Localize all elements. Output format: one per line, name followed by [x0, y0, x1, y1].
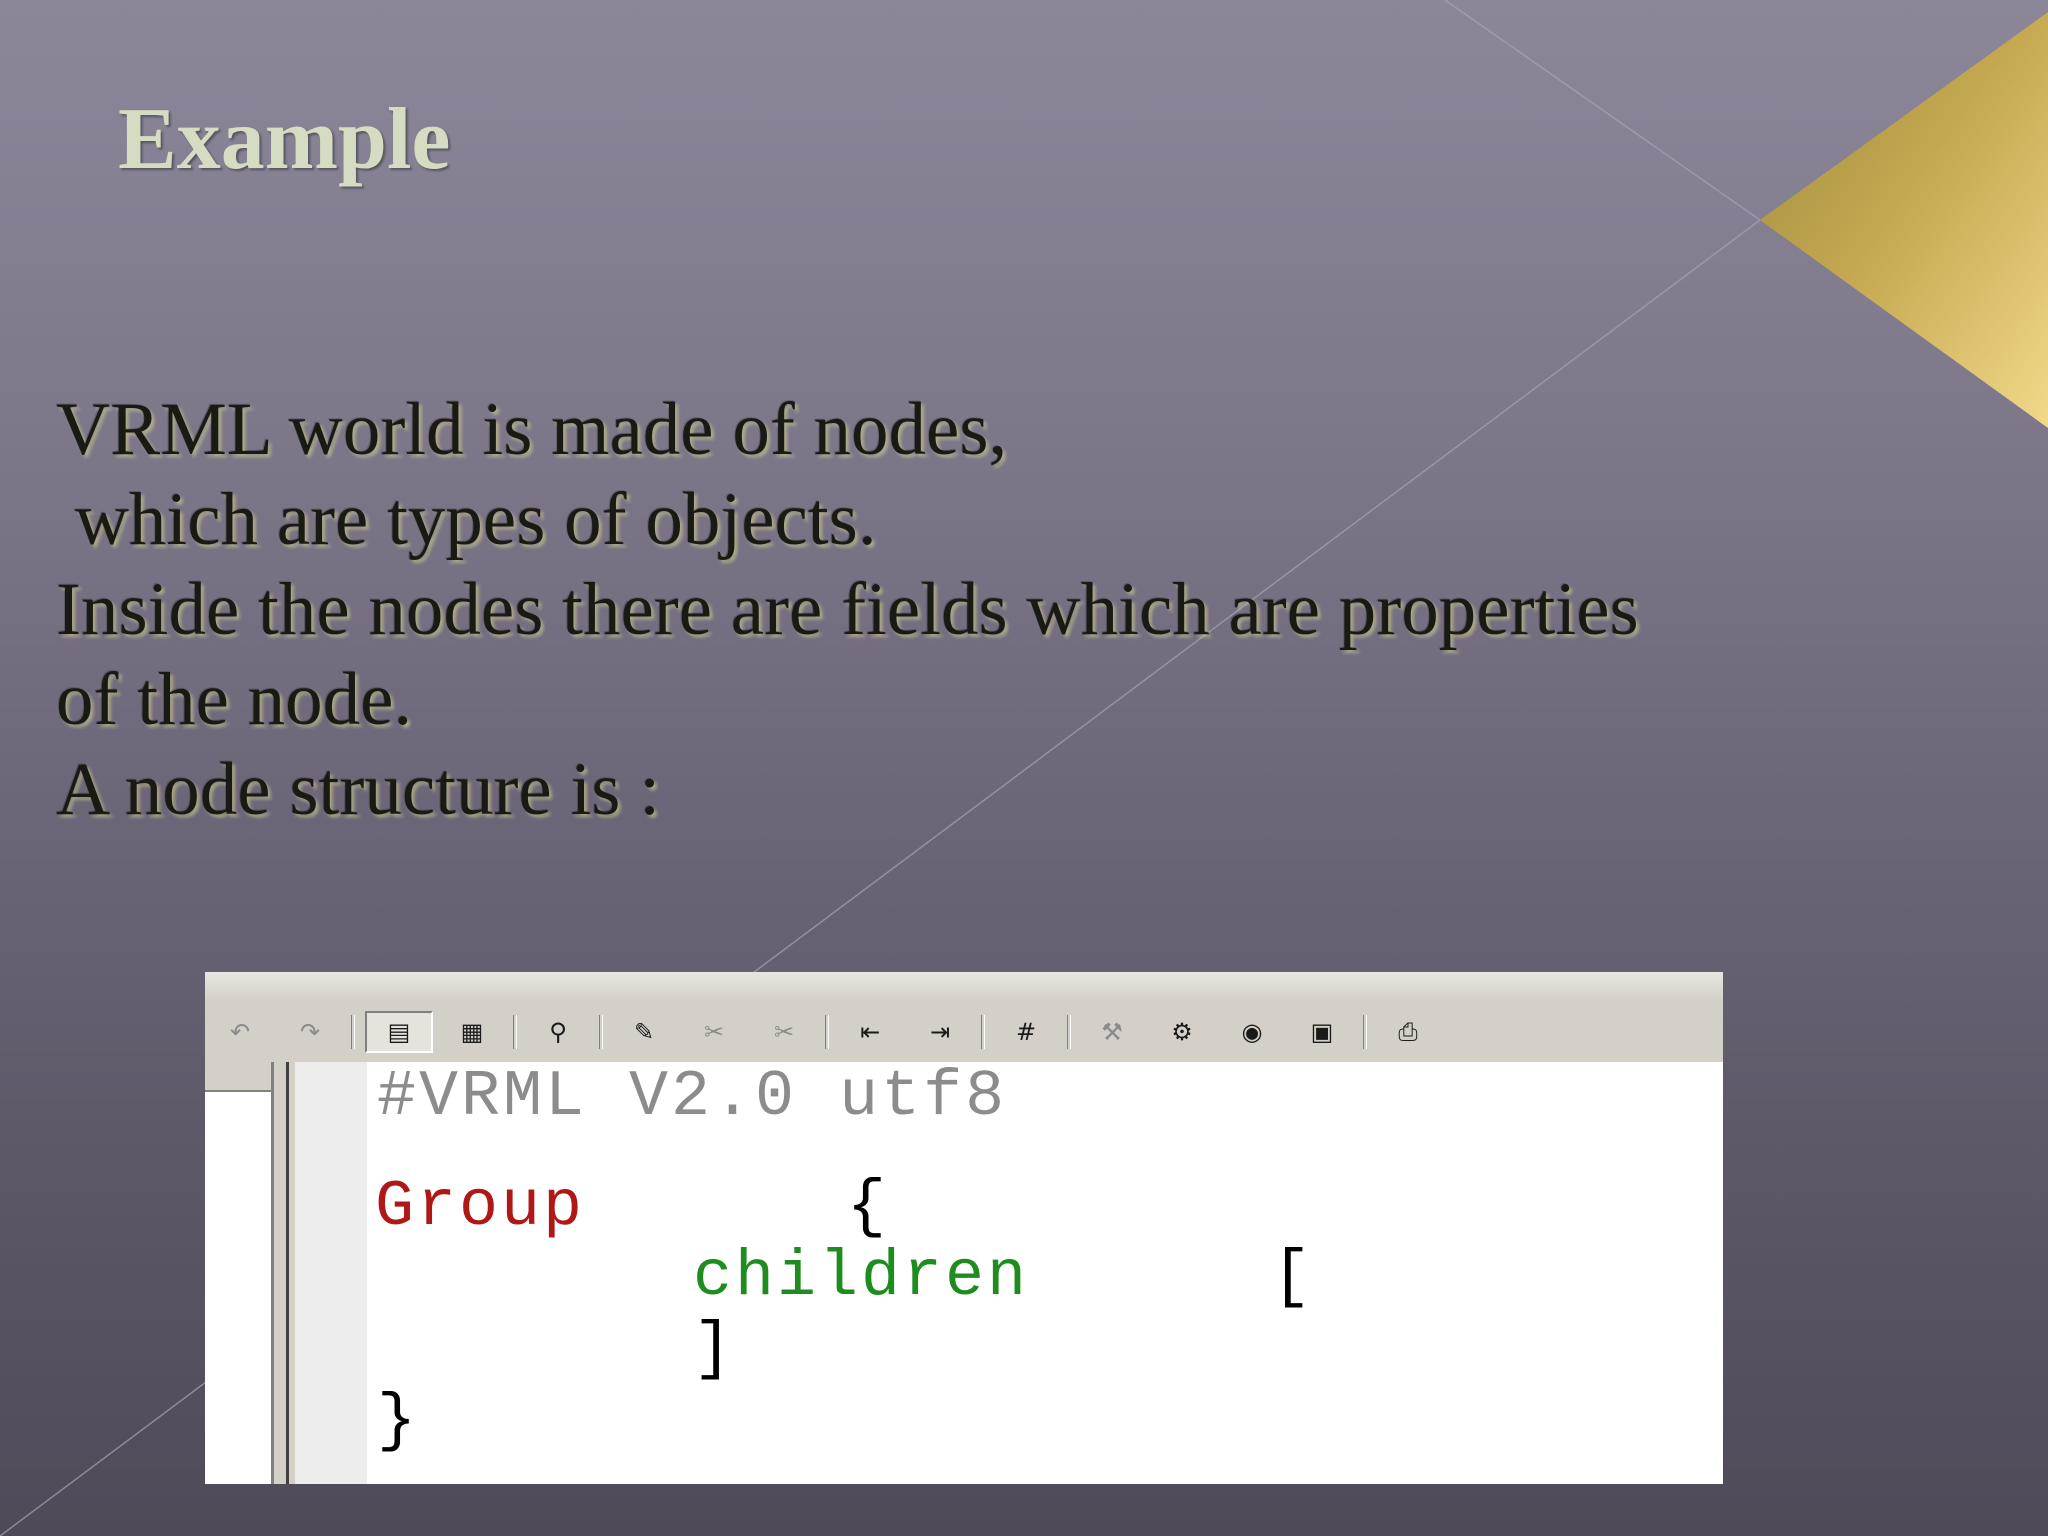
slide-title: Example — [118, 91, 451, 188]
body-line-5: A node structure is : — [56, 748, 661, 831]
view-tree-icon[interactable]: ▦ — [448, 1012, 496, 1052]
pane-splitter[interactable] — [271, 1062, 289, 1484]
body-line-1: VRML world is made of nodes, — [56, 388, 1008, 471]
slide-body: VRML world is made of nodes, which are t… — [56, 385, 1956, 835]
find-icon[interactable]: ⚲ — [534, 1012, 582, 1052]
toolbar-separator — [513, 1015, 517, 1049]
code-children-field: children — [693, 1240, 1030, 1314]
view-icon[interactable]: ▤ — [365, 1011, 433, 1053]
toolbar-separator — [599, 1015, 603, 1049]
toolbar-separator — [981, 1015, 985, 1049]
pen-icon[interactable]: ✎ — [620, 1012, 668, 1052]
paste-icon[interactable]: ✂ — [760, 1012, 808, 1052]
vrml-editor-screenshot: ↶ ↷ ▤ ▦ ⚲ ✎ ✂ ✂ ⇤ ⇥ # ⚒ ⚙ ◉ ▣ ⎙ #VRML V2… — [205, 972, 1723, 1484]
file-tree-header — [205, 1062, 273, 1092]
comment-icon[interactable]: # — [1002, 1012, 1050, 1052]
tools-icon[interactable]: ⚙ — [1158, 1012, 1206, 1052]
redo-icon[interactable]: ↷ — [286, 1012, 334, 1052]
code-group-close-brace: } — [377, 1384, 420, 1458]
line-gutter — [295, 1062, 368, 1484]
code-header-comment: #VRML V2.0 utf8 — [377, 1060, 1008, 1134]
code-editor[interactable]: #VRML V2.0 utf8 Group { children [ ] } — [367, 1060, 1723, 1484]
code-open-bracket: [ — [1272, 1240, 1315, 1314]
editor-titlebar — [205, 972, 1723, 1003]
build-icon[interactable]: ⚒ — [1088, 1012, 1136, 1052]
toolbar-separator — [351, 1015, 355, 1049]
toolbar-separator — [1067, 1015, 1071, 1049]
print-icon[interactable]: ⎙ — [1384, 1012, 1432, 1052]
code-group-open-brace: { — [847, 1170, 890, 1244]
body-line-4: of the node. — [56, 658, 413, 741]
gold-triangle-decoration — [1760, 12, 2048, 428]
code-close-bracket: ] — [693, 1312, 736, 1386]
diagonal-line-short — [1444, 0, 1761, 221]
file-tree-pane[interactable] — [205, 1062, 271, 1484]
preview-icon[interactable]: ▣ — [1298, 1012, 1346, 1052]
undo-icon[interactable]: ↶ — [216, 1012, 264, 1052]
cut-icon[interactable]: ✂ — [690, 1012, 738, 1052]
toolbar-separator — [825, 1015, 829, 1049]
outdent-icon[interactable]: ⇤ — [846, 1012, 894, 1052]
editor-toolbar: ↶ ↷ ▤ ▦ ⚲ ✎ ✂ ✂ ⇤ ⇥ # ⚒ ⚙ ◉ ▣ ⎙ — [205, 1002, 1723, 1062]
indent-icon[interactable]: ⇥ — [916, 1012, 964, 1052]
toolbar-separator — [1363, 1015, 1367, 1049]
body-line-2: which are types of objects. — [56, 478, 877, 561]
world-icon[interactable]: ◉ — [1228, 1012, 1276, 1052]
code-group-keyword: Group — [375, 1170, 586, 1244]
body-line-3: Inside the nodes there are fields which … — [56, 568, 1639, 651]
